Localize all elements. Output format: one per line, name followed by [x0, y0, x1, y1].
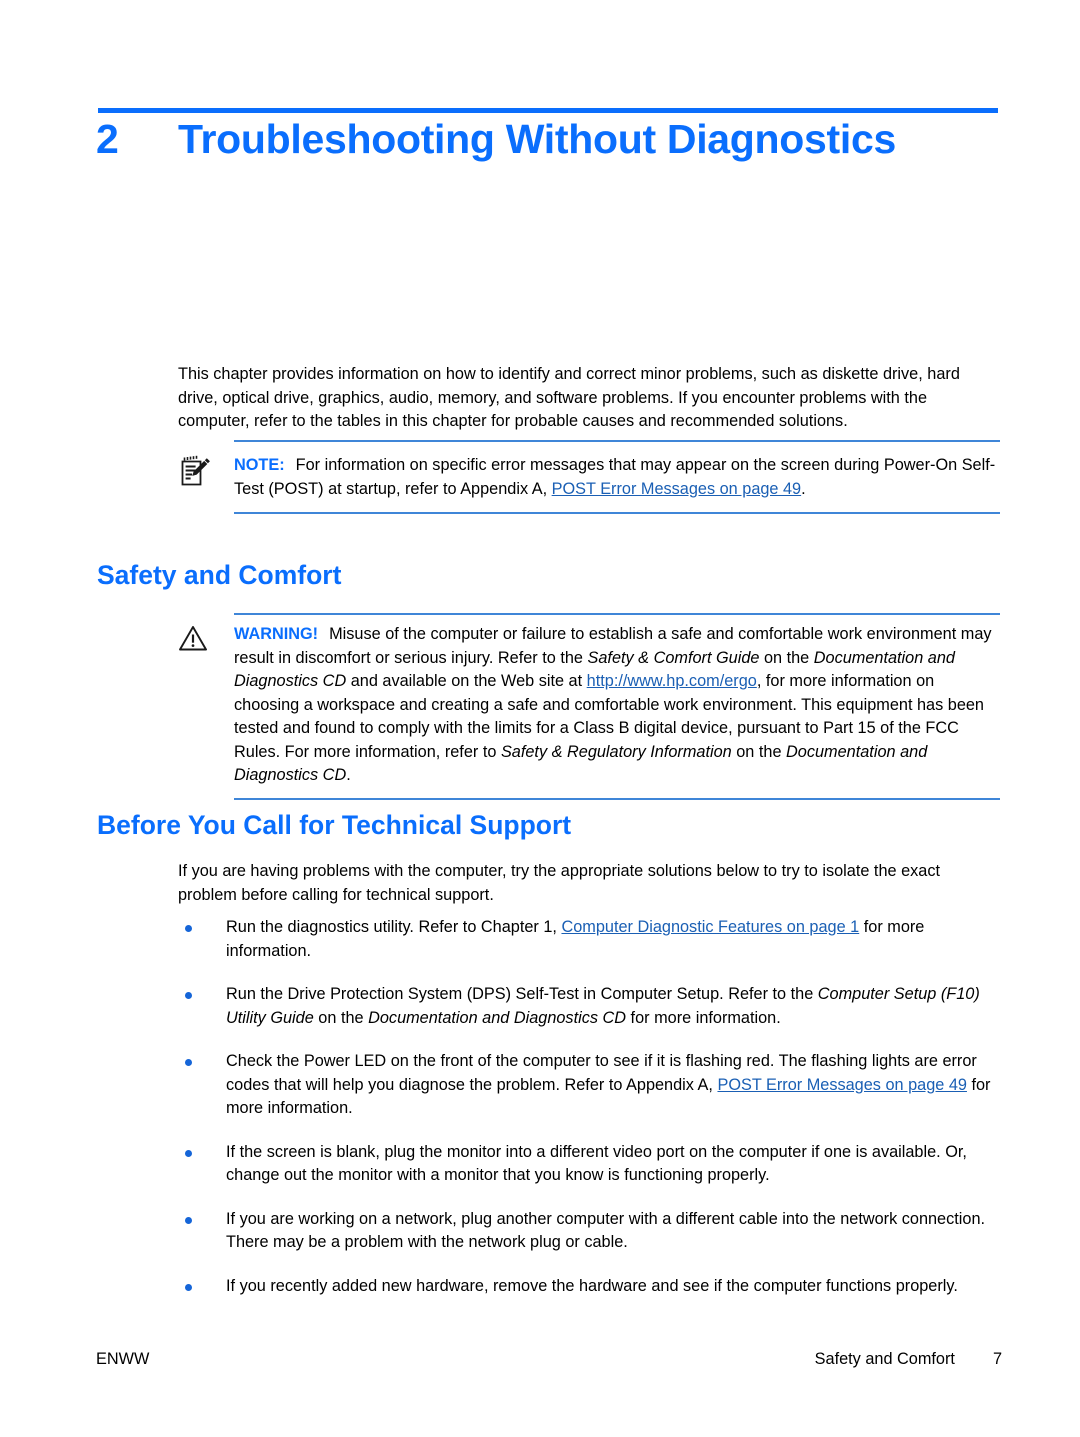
list-item-text-3: for more information. [626, 1008, 781, 1027]
document-page: 2 Troubleshooting Without Diagnostics Thi… [0, 0, 1080, 1437]
warning-text-2: on the [759, 648, 814, 667]
note-label: NOTE: [234, 456, 285, 474]
note-text-2: . [801, 479, 806, 498]
computer-diagnostic-features-link[interactable]: Computer Diagnostic Features on page 1 [561, 918, 859, 936]
list-item: If the screen is blank, plug the monitor… [178, 1141, 1000, 1188]
post-error-messages-link[interactable]: POST Error Messages on page 49 [717, 1076, 966, 1094]
footer-section-label: Safety and Comfort [814, 1350, 955, 1368]
bullet-dot-icon [185, 1283, 192, 1291]
footer-right-group: Safety and Comfort 7 [815, 1350, 1002, 1369]
warning-body: WARNING! Misuse of the computer or failur… [234, 613, 1000, 798]
list-item-text-1: If you are working on a network, plug an… [226, 1209, 986, 1252]
section-heading-before-you-call: Before You Call for Technical Support [97, 810, 572, 840]
bullet-dot-icon [185, 1059, 192, 1066]
list-item: Run the Drive Protection System (DPS) Se… [178, 983, 1000, 1030]
post-error-messages-link[interactable]: POST Error Messages on page 49 [552, 480, 801, 498]
warning-triangle-icon [178, 624, 208, 652]
list-item-text-1: If the screen is blank, plug the monitor… [226, 1142, 967, 1185]
note-rule-bottom [234, 512, 1000, 514]
chapter-title-text: Troubleshooting Without Diagnostics [178, 116, 896, 162]
hp-ergo-link[interactable]: http://www.hp.com/ergo [587, 672, 757, 690]
list-item: Check the Power LED on the front of the … [178, 1050, 1000, 1121]
section-heading-safety-and-comfort: Safety and Comfort [97, 560, 342, 590]
note-body: NOTE: For information on specific error m… [234, 440, 1000, 512]
bullet-dot-icon [185, 925, 192, 932]
footer-page-number: 7 [992, 1350, 1002, 1368]
page-title: 2 Troubleshooting Without Diagnostics [96, 116, 1006, 163]
list-item: If you recently added new hardware, remo… [178, 1275, 1000, 1299]
note-admonition: NOTE: For information on specific error m… [178, 440, 1000, 514]
list-item-italic-2: Documentation and Diagnostics CD [368, 1008, 627, 1027]
chapter-top-rule [98, 108, 998, 113]
warning-label: WARNING! [234, 625, 319, 643]
warning-italic-1: Safety & Comfort Guide [587, 648, 760, 667]
page-footer: ENWW Safety and Comfort 7 [96, 1350, 1002, 1369]
list-item-text-1: If you recently added new hardware, remo… [226, 1276, 958, 1295]
list-item: If you are working on a network, plug an… [178, 1208, 1000, 1255]
list-item-text-2: on the [313, 1008, 369, 1027]
warning-text-6: . [346, 766, 351, 784]
troubleshooting-steps-list: Run the diagnostics utility. Refer to Ch… [178, 916, 1000, 1298]
bullet-dot-icon [185, 1216, 192, 1224]
warning-italic-3: Safety & Regulatory Information [500, 742, 732, 761]
list-item-text-1: Run the Drive Protection System (DPS) Se… [226, 985, 818, 1003]
chapter-number: 2 [96, 116, 119, 162]
list-item-text-1: Run the diagnostics utility. Refer to Ch… [226, 918, 562, 936]
footer-language-code: ENWW [96, 1350, 150, 1368]
notepad-pencil-icon [178, 454, 214, 490]
before-you-call-paragraph: If you are having problems with the comp… [178, 862, 941, 904]
bullet-dot-icon [185, 1149, 192, 1157]
bullet-dot-icon [185, 992, 192, 999]
warning-admonition: WARNING! Misuse of the computer or failur… [178, 613, 1000, 800]
list-item: Run the diagnostics utility. Refer to Ch… [178, 916, 1000, 963]
warning-text-5: on the [731, 742, 787, 761]
warning-rule-bottom [234, 797, 1000, 800]
intro-paragraph: This chapter provides information on how… [178, 365, 960, 430]
warning-text-3: and available on the Web site at [346, 672, 587, 690]
